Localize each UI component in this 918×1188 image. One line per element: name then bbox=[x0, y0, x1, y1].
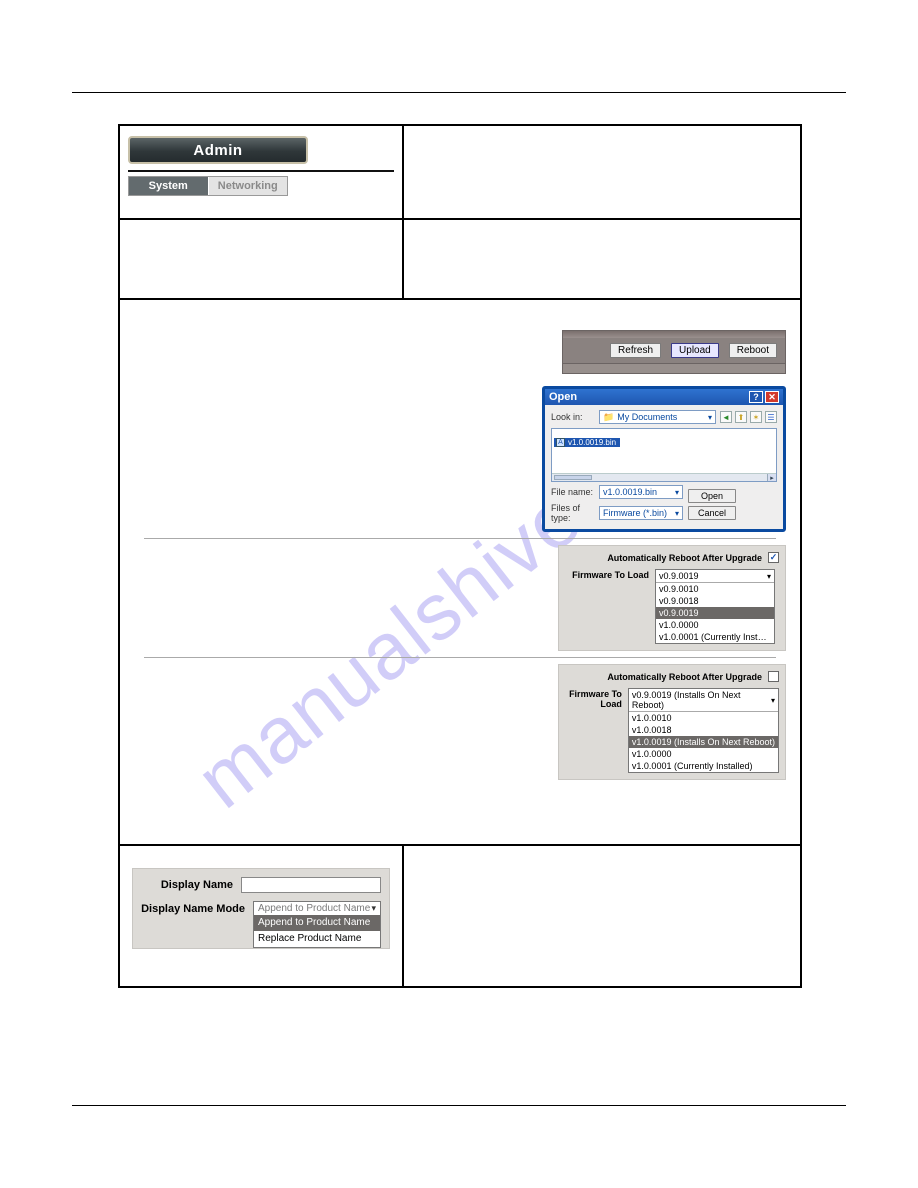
chevron-down-icon: ▾ bbox=[675, 509, 679, 518]
chevron-down-icon: ▾ bbox=[767, 572, 771, 581]
tab-system[interactable]: System bbox=[129, 177, 208, 195]
newfolder-icon[interactable]: ✶ bbox=[750, 411, 762, 423]
list-item[interactable]: v1.0.0000 bbox=[656, 619, 774, 631]
folder-icon: 📁 bbox=[603, 412, 614, 423]
selected-file[interactable]: A v1.0.0019.bin bbox=[554, 438, 620, 447]
lookin-combo[interactable]: 📁 My Documents ▾ bbox=[599, 410, 716, 424]
admin-underline bbox=[128, 170, 394, 172]
display-mode-label: Display Name Mode bbox=[141, 901, 253, 915]
list-item[interactable]: v1.0.0001 (Currently Installed) bbox=[629, 760, 778, 772]
list-item[interactable]: v1.0.0010 bbox=[629, 712, 778, 724]
header-rule bbox=[72, 92, 846, 93]
section-fw-manual: Automatically Reboot After Upgrade Firmw… bbox=[134, 658, 786, 826]
row2-left bbox=[120, 220, 404, 298]
hscrollbar[interactable]: ▸ bbox=[552, 473, 776, 481]
back-icon[interactable]: ◄ bbox=[720, 411, 732, 423]
admin-pill[interactable]: Admin bbox=[128, 136, 308, 164]
row-firmware: Refresh Upload Reboot Open ? ✕ bbox=[120, 300, 800, 846]
toolbar-bar: Refresh Upload Reboot bbox=[562, 330, 786, 374]
display-name-input[interactable] bbox=[241, 877, 381, 893]
refresh-button[interactable]: Refresh bbox=[610, 343, 661, 358]
list-item[interactable]: Replace Product Name bbox=[254, 931, 380, 947]
chevron-down-icon: ▾ bbox=[675, 488, 679, 497]
list-item[interactable]: v0.9.0019 bbox=[656, 607, 774, 619]
filetype-value: Firmware (*.bin) bbox=[603, 508, 667, 518]
list-item[interactable]: v1.0.0019 (Installs On Next Reboot) bbox=[629, 736, 778, 748]
page: manualshive.com Admin System Networking bbox=[0, 0, 918, 1188]
fw-manual-label: Automatically Reboot After Upgrade bbox=[565, 672, 762, 682]
filename-label: File name: bbox=[551, 487, 595, 497]
upload-button[interactable]: Upload bbox=[671, 343, 719, 358]
list-item[interactable]: Append to Product Name bbox=[254, 915, 380, 931]
filename-input[interactable]: v1.0.0019.bin ▾ bbox=[599, 485, 683, 499]
fw-manual-load-label: Firmware To Load bbox=[565, 688, 628, 773]
scroll-right-icon[interactable]: ▸ bbox=[767, 474, 776, 481]
admin-tabstrip: System Networking bbox=[128, 176, 288, 196]
open-dialog: Open ? ✕ Look in: 📁 My Documents bbox=[542, 386, 786, 532]
fw-manual-checkbox[interactable] bbox=[768, 671, 779, 682]
row2-right bbox=[404, 220, 800, 298]
list-item[interactable]: v0.9.0010 bbox=[656, 583, 774, 595]
display-name-label: Display Name bbox=[141, 879, 241, 891]
footer-rule bbox=[72, 1105, 846, 1106]
help-icon[interactable]: ? bbox=[749, 391, 763, 403]
list-item[interactable]: v1.0.0018 bbox=[629, 724, 778, 736]
chevron-down-icon: ▾ bbox=[771, 696, 775, 705]
filetype-combo[interactable]: Firmware (*.bin) ▾ bbox=[599, 506, 683, 520]
selected-file-name: v1.0.0019.bin bbox=[568, 438, 616, 447]
row-blank bbox=[120, 220, 800, 300]
content-table: Admin System Networking bbox=[118, 124, 802, 988]
dialog-toolbar-icons: ◄ ⬆ ✶ ☰ bbox=[720, 411, 777, 423]
reboot-button[interactable]: Reboot bbox=[729, 343, 777, 358]
fw-auto-current: v0.9.0019 bbox=[659, 571, 699, 581]
fw-auto-label: Automatically Reboot After Upgrade bbox=[565, 553, 762, 563]
fw-auto-panel: Automatically Reboot After Upgrade ✓ Fir… bbox=[558, 545, 786, 651]
fw-auto-load-label: Firmware To Load bbox=[565, 569, 655, 644]
row-admin-header: Admin System Networking bbox=[120, 126, 800, 220]
cancel-button[interactable]: Cancel bbox=[688, 506, 736, 520]
up-icon[interactable]: ⬆ bbox=[735, 411, 747, 423]
fw-manual-current: v0.9.0019 (Installs On Next Reboot) bbox=[632, 690, 771, 710]
fw-manual-panel: Automatically Reboot After Upgrade Firmw… bbox=[558, 664, 786, 780]
display-mode-select[interactable]: Append to Product Name ▾ Append to Produ… bbox=[253, 901, 381, 948]
chevron-down-icon: ▾ bbox=[708, 413, 712, 422]
views-icon[interactable]: ☰ bbox=[765, 411, 777, 423]
section-upload: Refresh Upload Reboot Open ? ✕ bbox=[134, 310, 786, 538]
fw-auto-checkbox[interactable]: ✓ bbox=[768, 552, 779, 563]
filename-value: v1.0.0019.bin bbox=[603, 487, 657, 497]
close-icon[interactable]: ✕ bbox=[765, 391, 779, 403]
tab-networking[interactable]: Networking bbox=[209, 177, 288, 195]
fw-auto-options: v0.9.0010 v0.9.0018 v0.9.0019 v1.0.0000 … bbox=[656, 583, 774, 643]
section-fw-auto: Automatically Reboot After Upgrade ✓ Fir… bbox=[134, 539, 786, 657]
row1-right bbox=[404, 126, 800, 218]
scroll-thumb[interactable] bbox=[554, 475, 592, 480]
display-mode-options: Append to Product Name Replace Product N… bbox=[254, 915, 380, 947]
display-mode-current: Append to Product Name bbox=[258, 903, 370, 914]
list-item[interactable]: v1.0.0001 (Currently Installed) bbox=[656, 631, 774, 643]
admin-header-cell: Admin System Networking bbox=[120, 126, 404, 218]
display-name-panel: Display Name Display Name Mode Append to… bbox=[132, 868, 390, 949]
file-icon: A bbox=[556, 438, 565, 447]
lookin-label: Look in: bbox=[551, 412, 595, 422]
open-dialog-titlebar: Open ? ✕ bbox=[545, 389, 783, 405]
filetype-label: Files of type: bbox=[551, 503, 595, 523]
list-item[interactable]: v0.9.0018 bbox=[656, 595, 774, 607]
row-display-name: Display Name Display Name Mode Append to… bbox=[120, 846, 800, 986]
file-list[interactable]: A v1.0.0019.bin ▸ bbox=[551, 428, 777, 482]
lookin-value: My Documents bbox=[617, 412, 677, 422]
fw-manual-options: v1.0.0010 v1.0.0018 v1.0.0019 (Installs … bbox=[629, 712, 778, 772]
fw-manual-select[interactable]: v0.9.0019 (Installs On Next Reboot) ▾ v1… bbox=[628, 688, 779, 773]
fw-auto-select[interactable]: v0.9.0019 ▾ v0.9.0010 v0.9.0018 v0.9.001… bbox=[655, 569, 775, 644]
chevron-down-icon: ▾ bbox=[371, 903, 376, 914]
row4-right bbox=[404, 846, 800, 986]
open-button[interactable]: Open bbox=[688, 489, 736, 503]
list-item[interactable]: v1.0.0000 bbox=[629, 748, 778, 760]
open-dialog-title: Open bbox=[549, 391, 577, 403]
row4-left: Display Name Display Name Mode Append to… bbox=[120, 846, 404, 986]
